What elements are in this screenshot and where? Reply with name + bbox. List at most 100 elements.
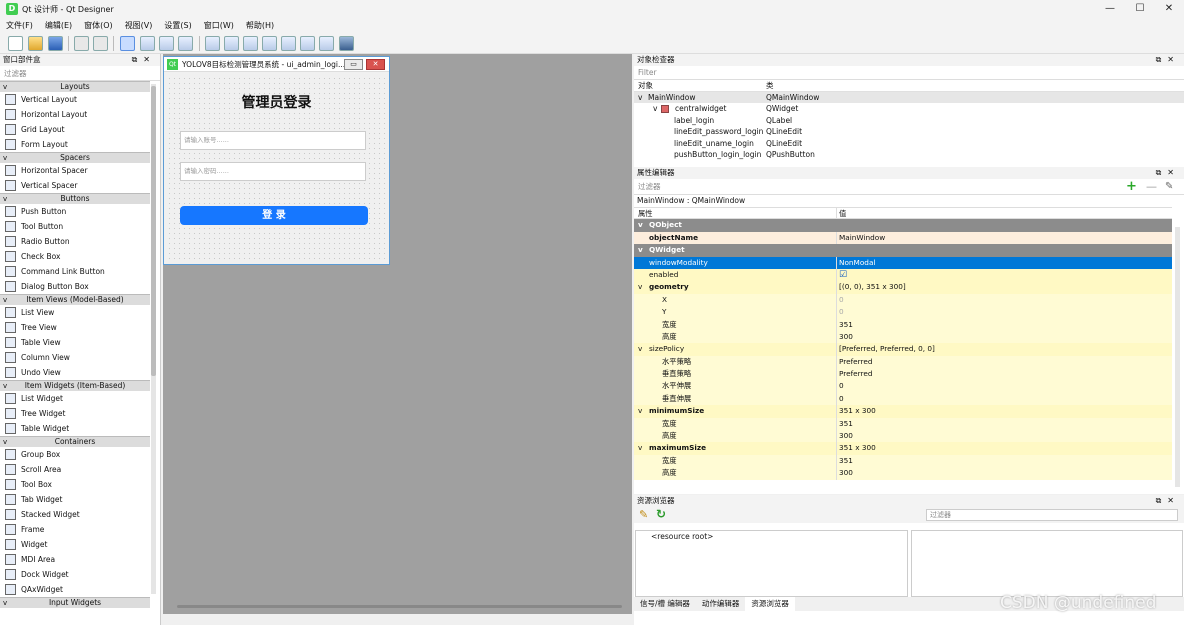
property-value[interactable]: Preferred <box>836 368 1172 381</box>
property-group-row[interactable]: v QObject <box>634 219 1172 232</box>
mdi-horizontal-scrollbar[interactable] <box>177 605 622 608</box>
menu-item[interactable]: 编辑(E) <box>39 18 78 33</box>
widget-item[interactable]: List View <box>0 305 150 320</box>
property-value[interactable]: Preferred <box>836 355 1172 369</box>
property-value[interactable]: [(0, 0), 351 x 300] <box>836 281 1172 294</box>
widget-category-header[interactable]: v Spacers <box>0 152 150 163</box>
property-value[interactable]: MainWindow <box>836 231 1172 245</box>
property-value[interactable]: 300 <box>836 430 1172 443</box>
edit-tab-order-icon[interactable] <box>178 36 193 51</box>
object-tree-row[interactable]: pushButton_login_login QPushButton <box>634 149 1184 161</box>
adjust-size-icon[interactable] <box>339 36 354 51</box>
widget-item[interactable]: Widget <box>0 537 150 552</box>
object-tree-row[interactable]: v MainWindow QMainWindow <box>634 91 1184 103</box>
property-row[interactable]: 垂直策略 Preferred <box>634 368 1172 381</box>
minimize-button[interactable]: — <box>1098 2 1122 16</box>
expand-arrow-icon[interactable]: v <box>638 442 642 454</box>
widget-item[interactable]: Table Widget <box>0 421 150 436</box>
layout-horizontal-icon[interactable] <box>205 36 220 51</box>
object-tree-row[interactable]: v centralwidget QWidget <box>634 103 1184 115</box>
resource-root-item[interactable]: <resource root> <box>651 532 713 541</box>
widget-item[interactable]: Grid Layout <box>0 122 150 137</box>
dock-float-close-icons[interactable]: ⧉✕ <box>1156 54 1180 66</box>
label-login[interactable]: 管理员登录 <box>167 92 386 112</box>
bottom-tab[interactable]: 资源浏览器 <box>745 597 795 611</box>
property-value[interactable]: 351 x 300 <box>836 442 1172 455</box>
menu-item[interactable]: 设置(S) <box>158 18 197 33</box>
widget-item[interactable]: Radio Button <box>0 234 150 249</box>
property-filter-input[interactable]: 过滤器 + — ✎ <box>634 179 1184 195</box>
widget-item[interactable]: Undo View <box>0 365 150 380</box>
subwindow-minimize-button[interactable]: ▭ <box>344 59 363 70</box>
widget-category-header[interactable]: v Buttons <box>0 193 150 204</box>
menu-item[interactable]: 窗体(O) <box>78 18 119 33</box>
edit-buddies-icon[interactable] <box>159 36 174 51</box>
property-row[interactable]: v maximumSize 351 x 300 <box>634 442 1172 455</box>
resource-files-list[interactable] <box>911 530 1183 597</box>
dock-float-close-icons[interactable]: ⧉✕ <box>132 54 156 66</box>
bottom-tab[interactable]: 动作编辑器 <box>696 597 746 611</box>
object-tree-row[interactable]: lineEdit_uname_login QLineEdit <box>634 138 1184 150</box>
property-row[interactable]: 水平策略 Preferred <box>634 355 1172 369</box>
add-dynamic-property-icon[interactable]: + <box>1126 179 1137 195</box>
menu-item[interactable]: 帮助(H) <box>240 18 280 33</box>
property-value[interactable]: 351 <box>836 318 1172 331</box>
layout-vertical-icon[interactable] <box>224 36 239 51</box>
expand-arrow-icon[interactable]: v <box>638 244 643 256</box>
widget-item[interactable]: QAxWidget <box>0 582 150 597</box>
close-button[interactable]: ✕ <box>1157 2 1181 16</box>
menu-item[interactable]: 文件(F) <box>0 18 39 33</box>
property-row[interactable]: X0 <box>634 293 1172 307</box>
property-value[interactable]: 0 <box>836 306 1172 319</box>
widget-item[interactable]: Frame <box>0 522 150 537</box>
object-tree-row[interactable]: label_login QLabel <box>634 115 1184 127</box>
widget-item[interactable]: Tool Box <box>0 477 150 492</box>
resource-filter-input[interactable]: 过滤器 <box>926 509 1178 521</box>
property-row[interactable]: Y0 <box>634 306 1172 319</box>
property-row[interactable]: windowModality NonModal <box>634 256 1172 269</box>
subwindow-close-button[interactable]: ✕ <box>366 59 385 70</box>
widget-item[interactable]: Tree Widget <box>0 406 150 421</box>
widget-item[interactable]: MDI Area <box>0 552 150 567</box>
property-value[interactable]: 300 <box>836 467 1172 480</box>
widget-item[interactable]: Form Layout <box>0 137 150 152</box>
dock-float-close-icons[interactable]: ⧉✕ <box>1156 495 1180 507</box>
resource-tree[interactable]: <resource root> <box>635 530 908 597</box>
property-row[interactable]: 宽度 351 <box>634 417 1172 431</box>
property-row[interactable]: 垂直伸展 0 <box>634 392 1172 406</box>
property-value[interactable]: [Preferred, Preferred, 0, 0] <box>836 343 1172 356</box>
expand-arrow-icon[interactable]: v <box>638 405 642 417</box>
menu-item[interactable]: 窗口(W) <box>198 18 240 33</box>
object-inspector-filter-input[interactable]: Filter <box>634 66 1184 80</box>
expand-arrow-icon[interactable]: v <box>653 103 657 115</box>
edit-resources-pencil-icon[interactable]: ✎ <box>639 508 648 521</box>
maximize-button[interactable]: ☐ <box>1128 2 1152 16</box>
dock-float-close-icons[interactable]: ⧉✕ <box>1156 167 1180 179</box>
widget-item[interactable]: Column View <box>0 350 150 365</box>
layout-grid-icon[interactable] <box>281 36 296 51</box>
property-value[interactable]: 351 <box>836 454 1172 468</box>
property-value[interactable]: 300 <box>836 330 1172 344</box>
edit-widgets-icon[interactable] <box>120 36 135 51</box>
object-tree-row[interactable]: lineEdit_password_login QLineEdit <box>634 126 1184 138</box>
widget-item[interactable]: Dialog Button Box <box>0 279 150 294</box>
property-group-row[interactable]: v QWidget <box>634 244 1172 257</box>
property-row[interactable]: 高度 300 <box>634 467 1172 480</box>
widget-item[interactable]: Horizontal Layout <box>0 107 150 122</box>
break-layout-icon[interactable] <box>319 36 334 51</box>
widget-item[interactable]: Vertical Layout <box>0 92 150 107</box>
widget-item[interactable]: Horizontal Spacer <box>0 163 150 178</box>
widget-item[interactable]: Tree View <box>0 320 150 335</box>
layout-horizontal-splitter-icon[interactable] <box>243 36 258 51</box>
layout-vertical-splitter-icon[interactable] <box>262 36 277 51</box>
property-row[interactable]: 水平伸展 0 <box>634 380 1172 393</box>
widget-item[interactable]: Dock Widget <box>0 567 150 582</box>
widget-item[interactable]: Scroll Area <box>0 462 150 477</box>
widget-item[interactable]: Table View <box>0 335 150 350</box>
open-folder-icon[interactable] <box>28 36 43 51</box>
menu-item[interactable]: 视图(V) <box>119 18 159 33</box>
col-class[interactable]: 类 <box>766 80 774 92</box>
widget-box-filter-input[interactable]: 过滤器 <box>0 66 160 81</box>
new-file-icon[interactable] <box>8 36 23 51</box>
widget-item[interactable]: Vertical Spacer <box>0 178 150 193</box>
